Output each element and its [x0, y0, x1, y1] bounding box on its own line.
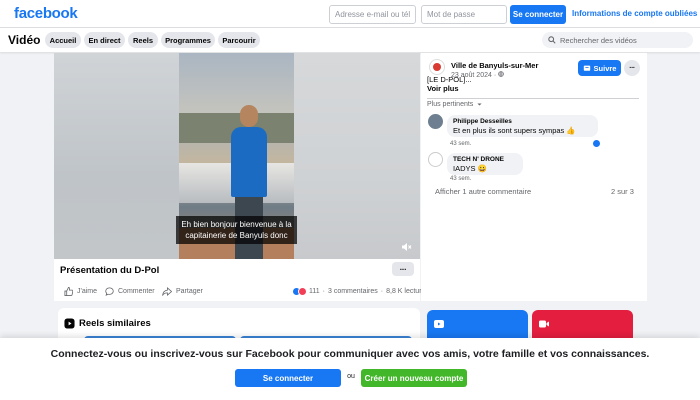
login-banner: Connectez-vous ou inscrivez-vous sur Fac…: [0, 338, 700, 400]
page-name[interactable]: Ville de Banyuls-sur-Mer: [451, 61, 538, 70]
comment-author[interactable]: Philippe Desseilles: [453, 118, 592, 125]
live-icon: [539, 320, 549, 328]
banner-login-button[interactable]: Se connecter: [235, 369, 341, 387]
comment-time[interactable]: 43 sem.: [450, 176, 471, 182]
follow-label: Suivre: [593, 63, 617, 73]
commenter-avatar[interactable]: [428, 152, 443, 167]
comment-time[interactable]: 43 sem.: [450, 141, 471, 147]
tab-reels[interactable]: Reels: [128, 32, 158, 48]
page-avatar[interactable]: [429, 59, 445, 75]
comment-bubble: TECH N' DRONE IADYS 😀: [447, 153, 523, 175]
video-blur-right: [294, 53, 420, 259]
post-more-button[interactable]: ···: [624, 60, 640, 76]
comment-button[interactable]: Commenter: [105, 287, 155, 296]
video-more-button[interactable]: ···: [392, 262, 414, 276]
reels-title-text: Reels similaires: [79, 318, 151, 329]
mute-icon[interactable]: [400, 241, 412, 253]
see-more-link[interactable]: Voir plus: [427, 84, 459, 93]
password-field[interactable]: [421, 5, 507, 24]
reaction-summary[interactable]: 111 · 3 commentaires · 8,8 K lectures: [292, 287, 429, 296]
page-title: Vidéo: [8, 33, 41, 47]
love-reaction-icon: [298, 287, 307, 296]
sort-label: Plus pertinents: [427, 101, 474, 108]
video-nav: Vidéo Accueil En direct Reels Programmes…: [0, 28, 700, 52]
separator: ·: [380, 288, 384, 295]
comment-sort-dropdown[interactable]: Plus pertinents: [427, 101, 483, 108]
reels-icon: [64, 318, 75, 329]
create-account-button[interactable]: Créer un nouveau compte: [361, 369, 467, 387]
commenter-avatar[interactable]: [428, 114, 443, 129]
tab-programmes[interactable]: Programmes: [161, 32, 215, 48]
banner-or-label: ou: [347, 373, 355, 380]
page-logo-dot: [433, 63, 441, 71]
post-caption: [LE D-POL]...: [427, 75, 472, 84]
video-person-head: [240, 105, 258, 127]
comment-count-indicator: 2 sur 3: [611, 187, 634, 196]
chevron-down-icon: [477, 103, 482, 106]
facebook-logo[interactable]: facebook: [14, 5, 78, 22]
separator: ·: [322, 288, 325, 295]
like-icon: [64, 287, 73, 296]
tab-parcourir[interactable]: Parcourir: [218, 32, 260, 48]
search-input[interactable]: Rechercher des vidéos: [542, 32, 693, 48]
comment-icon: [105, 287, 114, 296]
share-label: Partager: [176, 288, 203, 295]
like-button[interactable]: J'aime: [64, 287, 97, 296]
tab-en-direct[interactable]: En direct: [84, 32, 125, 48]
reels-title: Reels similaires: [64, 318, 151, 329]
like-label: J'aime: [77, 288, 98, 295]
comment-text: IADYS 😀: [453, 164, 487, 173]
top-bar: facebook Se connecter Informations de co…: [0, 0, 700, 28]
divider: [427, 98, 639, 99]
login-button[interactable]: Se connecter: [510, 5, 566, 24]
email-field[interactable]: [329, 5, 416, 24]
video-subtitle: Eh bien bonjour bienvenue à la capitaine…: [176, 216, 297, 244]
comment-text: Et en plus ils sont supers sympas 👍: [453, 126, 576, 135]
follow-button[interactable]: Suivre: [578, 60, 621, 76]
banner-text: Connectez-vous ou inscrivez-vous sur Fac…: [50, 348, 650, 360]
video-icon: [434, 320, 444, 328]
share-button[interactable]: Partager: [162, 287, 203, 296]
video-player[interactable]: Eh bien bonjour bienvenue à la capitaine…: [54, 53, 420, 259]
post-side-panel: Ville de Banyuls-sur-Mer 23 août 2024 · …: [421, 53, 647, 301]
show-more-comments-link[interactable]: Afficher 1 autre commentaire: [435, 187, 531, 196]
follow-icon: [583, 65, 590, 71]
comment-bubble: Philippe Desseilles Et en plus ils sont …: [447, 115, 598, 137]
search-placeholder: Rechercher des vidéos: [560, 35, 637, 45]
forgot-account-link[interactable]: Informations de compte oubliées ?: [572, 9, 700, 18]
search-icon: [548, 36, 556, 44]
video-card: Eh bien bonjour bienvenue à la capitaine…: [54, 53, 429, 301]
video-blur-left: [54, 53, 179, 259]
tab-accueil[interactable]: Accueil: [45, 32, 81, 48]
comments-count[interactable]: 3 commentaires: [328, 288, 378, 295]
video-title: Présentation du D-Pol: [60, 265, 160, 276]
reaction-count: 111: [309, 288, 320, 295]
share-icon: [162, 287, 172, 296]
comment-author[interactable]: TECH N' DRONE: [453, 156, 517, 163]
globe-icon: [498, 71, 504, 77]
comment-label: Commenter: [118, 288, 155, 295]
comment-like-badge: [592, 139, 601, 148]
video-person-body: [231, 127, 267, 197]
